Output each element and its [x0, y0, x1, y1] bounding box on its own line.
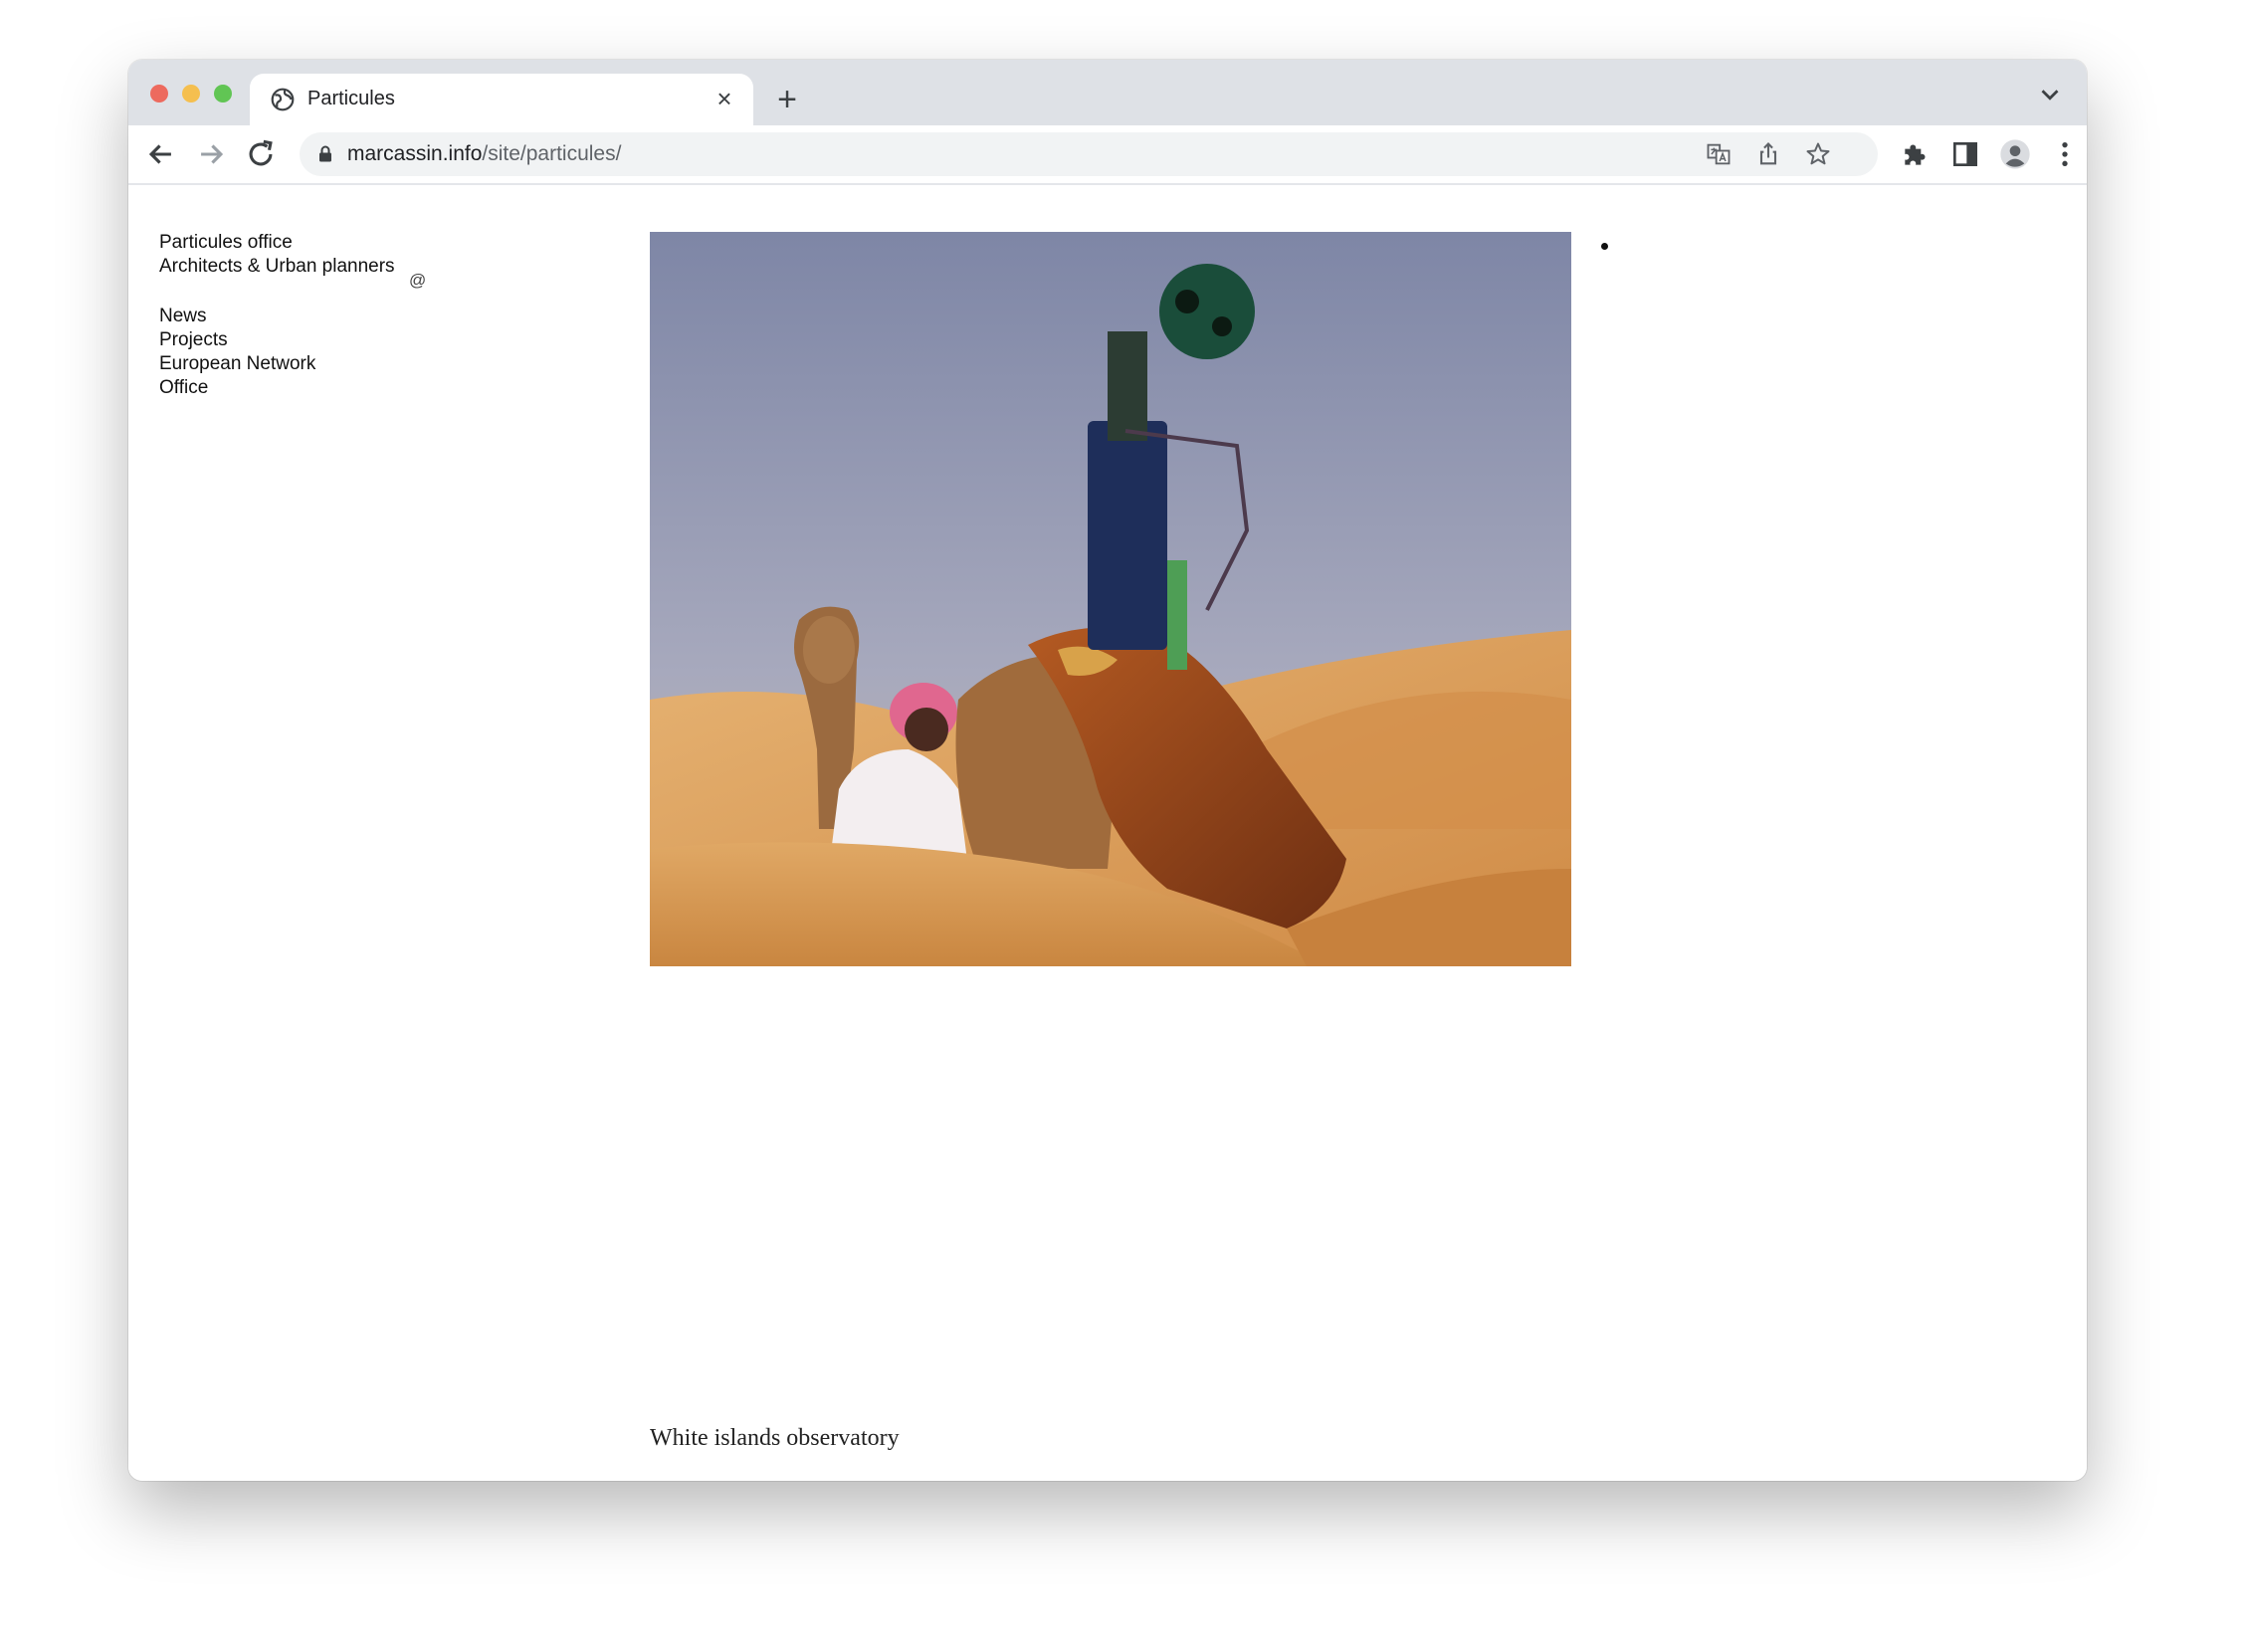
site-brand-name[interactable]: Particules office — [159, 231, 458, 255]
minimize-window-button[interactable] — [182, 85, 200, 103]
globe-icon — [271, 88, 295, 111]
reload-button[interactable] — [244, 137, 278, 171]
nav-news[interactable]: News — [159, 305, 458, 328]
url-host: marcassin.info — [347, 142, 483, 165]
forward-button[interactable] — [194, 137, 228, 171]
slideshow-indicator[interactable] — [1601, 243, 1608, 250]
new-tab-button[interactable]: + — [767, 80, 807, 119]
address-bar[interactable]: marcassin.info/site/particules/ — [300, 132, 1878, 176]
chevron-down-icon[interactable] — [2035, 80, 2065, 109]
browser-tab[interactable]: Particules × — [250, 74, 753, 125]
nav-projects[interactable]: Projects — [159, 328, 458, 352]
page-content: Particules office Architects & Urban pla… — [128, 185, 2087, 1481]
nav-european-network[interactable]: European Network — [159, 352, 458, 376]
nav-office[interactable]: Office — [159, 376, 458, 400]
arrow-left-icon — [148, 144, 171, 164]
back-button[interactable] — [144, 137, 178, 171]
translate-icon[interactable] — [1705, 140, 1732, 168]
tab-title: Particules — [307, 88, 395, 109]
kebab-menu-icon[interactable] — [2049, 138, 2081, 170]
arrow-right-icon — [201, 144, 224, 164]
tab-strip: Particules × + — [128, 60, 2087, 125]
close-window-button[interactable] — [150, 85, 168, 103]
site-sidebar: Particules office Architects & Urban pla… — [159, 231, 458, 400]
tab-close-icon[interactable]: × — [710, 84, 739, 113]
reload-icon — [249, 139, 273, 166]
lock-icon[interactable] — [313, 142, 337, 166]
project-hero-image[interactable] — [650, 232, 1571, 966]
profile-icon[interactable] — [1999, 138, 2031, 170]
side-panel-icon[interactable] — [1949, 138, 1981, 170]
puzzle-icon[interactable] — [1900, 138, 1932, 170]
project-caption[interactable]: White islands observatory — [650, 1425, 900, 1452]
browser-window: Particules × + marcassin.info/site/parti… — [128, 60, 2087, 1481]
browser-toolbar: marcassin.info/site/particules/ — [128, 125, 2087, 185]
url-text[interactable]: marcassin.info/site/particules/ — [347, 142, 621, 166]
share-icon[interactable] — [1754, 140, 1782, 168]
star-icon[interactable] — [1804, 140, 1832, 168]
zoom-window-button[interactable] — [214, 85, 232, 103]
desert-camel-photo — [650, 232, 1571, 966]
contact-at-icon[interactable]: @ — [409, 271, 426, 291]
url-path: /site/particules/ — [482, 142, 622, 165]
